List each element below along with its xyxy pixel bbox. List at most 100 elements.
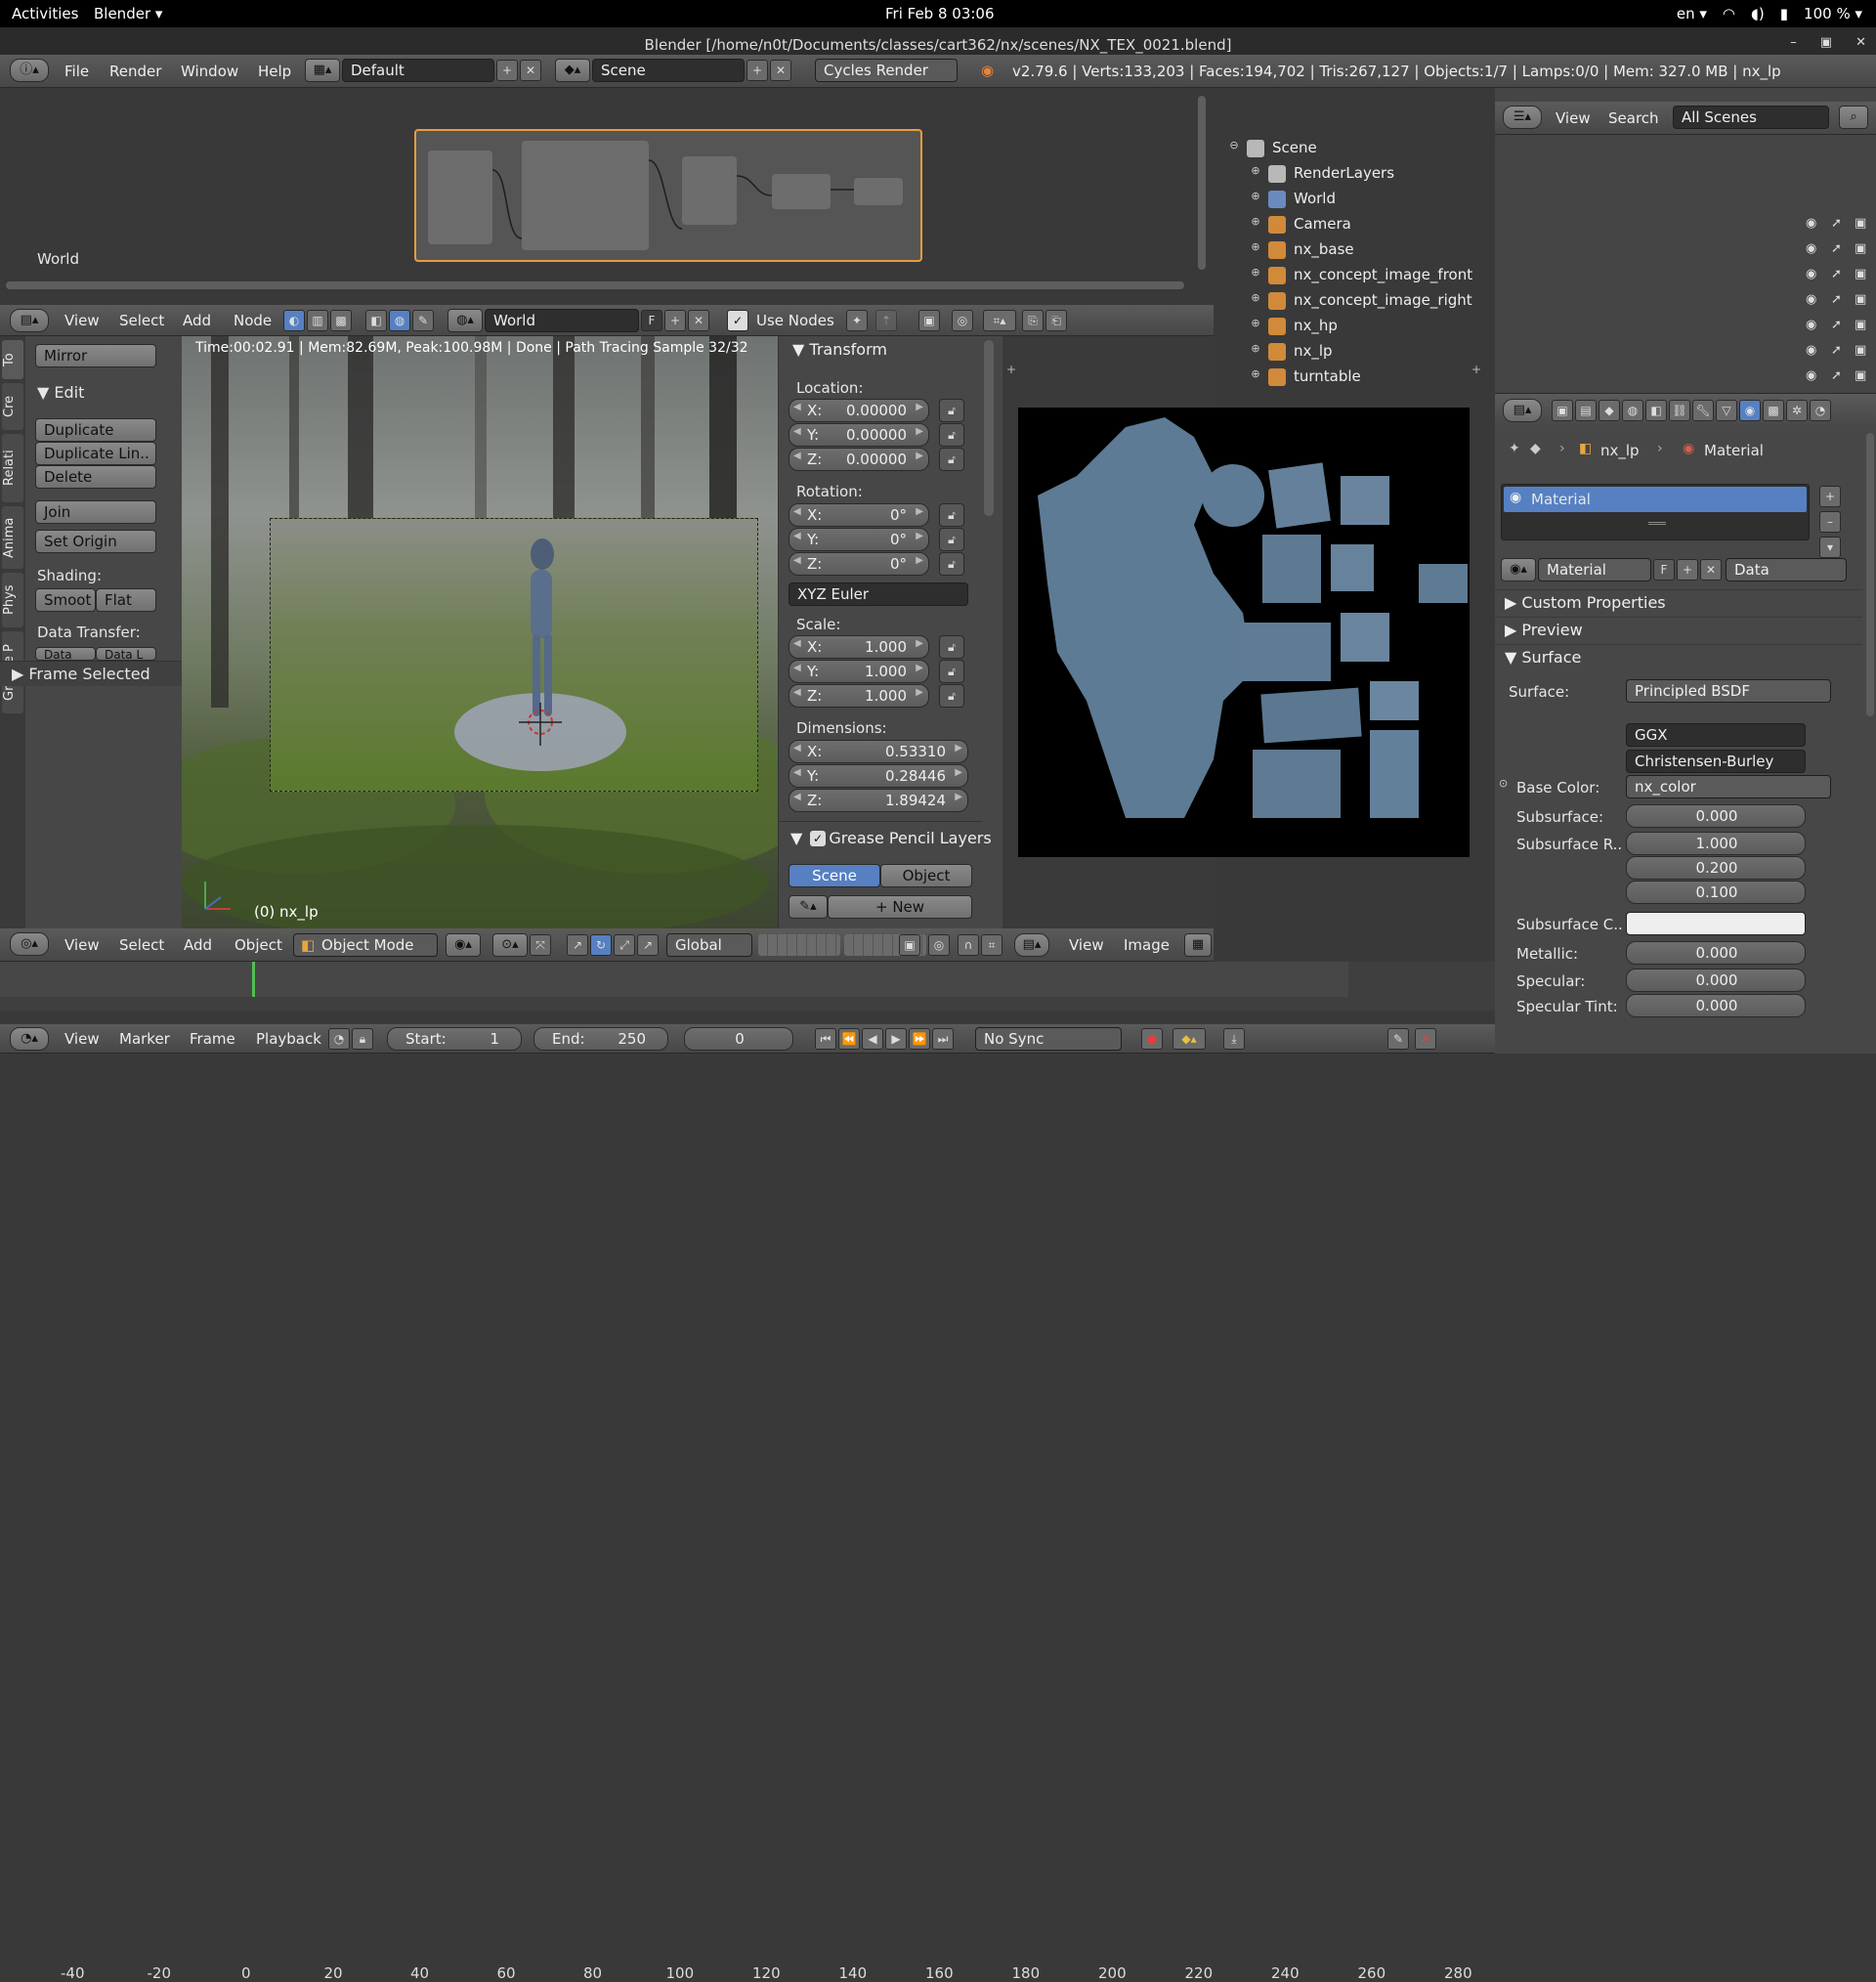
manipulator-rotate-icon[interactable]: ↻: [590, 934, 612, 956]
node-editor-area[interactable]: World: [0, 88, 1214, 301]
clock[interactable]: Fri Feb 8 03:06: [885, 5, 995, 22]
outliner-item-name[interactable]: turntable: [1294, 367, 1361, 385]
jump-keyframe-back-icon[interactable]: ⏪: [838, 1028, 860, 1050]
base-color-socket-icon[interactable]: ⊙: [1499, 777, 1508, 790]
object-shader-icon[interactable]: ◧: [365, 310, 387, 331]
uv-image-canvas[interactable]: [1018, 408, 1470, 857]
duplicate-button[interactable]: Duplicate: [35, 418, 156, 442]
lock-time-range-icon[interactable]: 🔒︎: [352, 1028, 373, 1050]
expand-icon[interactable]: ⊕: [1249, 266, 1262, 279]
play-icon[interactable]: ▶: [885, 1028, 907, 1050]
outliner-row[interactable]: ⊕ nx_hp: [1223, 317, 1499, 337]
menu-help[interactable]: Help: [258, 63, 291, 80]
node-vertical-scrollbar[interactable]: [1198, 96, 1206, 270]
node-menu-add[interactable]: Add: [183, 312, 211, 329]
distribution-dropdown[interactable]: GGX: [1626, 723, 1806, 747]
gp-scene-button[interactable]: Scene: [789, 864, 880, 887]
viewport-menu-view[interactable]: View: [64, 936, 100, 954]
outliner-display-mode-dropdown[interactable]: All Scenes: [1673, 106, 1829, 129]
pin-icon[interactable]: ✦: [846, 310, 868, 331]
world-datablock-field[interactable]: World: [485, 309, 639, 332]
manipulator-scale-icon[interactable]: ⤢: [614, 934, 635, 956]
join-button[interactable]: Join: [35, 500, 156, 524]
edit-panel-toggle[interactable]: ▼ Edit: [37, 383, 84, 402]
material-slot-specials-icon[interactable]: ▾: [1819, 537, 1841, 558]
image-menu-image[interactable]: Image: [1124, 936, 1170, 954]
jump-keyframe-forward-icon[interactable]: ⏩: [909, 1028, 930, 1050]
outliner-item-name[interactable]: Scene: [1272, 139, 1317, 156]
scale-z-field[interactable]: ◀ Z: 1.000 ▶: [789, 684, 929, 708]
activities-button[interactable]: Activities: [12, 5, 78, 22]
outliner-row[interactable]: ⊕ nx_concept_image_front: [1223, 266, 1499, 286]
specular-field[interactable]: 0.000: [1626, 969, 1806, 992]
expand-icon[interactable]: ⊕: [1249, 317, 1262, 329]
lock-scale-z-icon[interactable]: 🔓︎: [939, 684, 964, 708]
jump-start-icon[interactable]: ⏮: [815, 1028, 836, 1050]
add-screen-icon[interactable]: +: [496, 60, 518, 81]
expand-icon[interactable]: ⊕: [1249, 215, 1262, 228]
editor-type-timeline-icon[interactable]: ◔▴: [10, 1027, 49, 1051]
selectable-cursor-icon[interactable]: ➚: [1831, 267, 1842, 281]
outliner-item-name[interactable]: Camera: [1294, 215, 1351, 233]
modifiers-tab-icon[interactable]: 🔧︎: [1692, 400, 1714, 421]
visibility-eye-icon[interactable]: ◉: [1806, 343, 1816, 358]
node-menu-view[interactable]: View: [64, 312, 100, 329]
scale-y-field[interactable]: ◀ Y: 1.000 ▶: [789, 660, 929, 683]
mirror-button[interactable]: Mirror: [35, 344, 156, 367]
custom-properties-panel[interactable]: ▶ Custom Properties: [1495, 589, 1862, 615]
material-browse-icon[interactable]: ◉▴: [1501, 558, 1536, 582]
tab-create[interactable]: Cre: [2, 383, 23, 430]
transform-panel-toggle[interactable]: ▼ Transform: [792, 340, 887, 364]
tab-physics[interactable]: Phys: [2, 573, 23, 627]
visibility-eye-icon[interactable]: ◉: [1806, 241, 1816, 256]
smooth-button[interactable]: Smoot: [35, 588, 96, 612]
editor-type-3d-icon[interactable]: ◎▴: [10, 932, 49, 956]
renderable-camera-icon[interactable]: ▣: [1855, 368, 1866, 383]
frame-selected-panel[interactable]: ▶ Frame Selected: [0, 661, 182, 686]
layers-grid-1[interactable]: [758, 934, 840, 956]
data-transfer-button[interactable]: Data: [35, 647, 96, 661]
slot-list-resize-handle[interactable]: [1648, 522, 1666, 525]
lock-location-x-icon[interactable]: 🔓︎: [939, 399, 964, 422]
node-menu-select[interactable]: Select: [119, 312, 164, 329]
visibility-eye-icon[interactable]: ◉: [1806, 318, 1816, 332]
location-x-field[interactable]: ◀ X: 0.00000 ▶: [789, 399, 929, 422]
expand-icon[interactable]: ⊖: [1227, 139, 1241, 151]
expand-icon[interactable]: ⊕: [1249, 164, 1262, 177]
visibility-eye-icon[interactable]: ◉: [1806, 267, 1816, 281]
world-tab-icon[interactable]: ◍: [1622, 400, 1643, 421]
remove-material-slot-icon[interactable]: –: [1819, 511, 1841, 533]
renderable-camera-icon[interactable]: ▣: [1855, 292, 1866, 307]
outliner-item-name[interactable]: nx_lp: [1294, 342, 1333, 360]
visibility-eye-icon[interactable]: ◉: [1806, 368, 1816, 383]
add-scene-icon[interactable]: +: [746, 60, 768, 81]
expand-icon[interactable]: ⊕: [1249, 367, 1262, 380]
world-add-icon[interactable]: +: [664, 310, 686, 331]
material-link-dropdown[interactable]: Data: [1726, 558, 1847, 582]
backdrop-icon[interactable]: ▣: [918, 310, 940, 331]
lock-camera-icon[interactable]: ▣: [899, 934, 920, 956]
subsurface-method-dropdown[interactable]: Christensen-Burley: [1626, 750, 1806, 773]
gp-pencil-icon[interactable]: ✎▴: [789, 895, 828, 919]
editor-type-outliner-icon[interactable]: ☰▴: [1503, 106, 1542, 129]
gp-object-button[interactable]: Object: [880, 864, 972, 887]
dimensions-x-field[interactable]: ◀ X: 0.53310 ▶: [789, 740, 968, 763]
particles-tab-icon[interactable]: ✲: [1786, 400, 1808, 421]
dimensions-y-field[interactable]: ◀ Y: 0.28446 ▶: [789, 764, 968, 788]
subsurface-field[interactable]: 0.000: [1626, 804, 1806, 828]
material-tab-icon[interactable]: ◉: [1739, 400, 1761, 421]
menu-render[interactable]: Render: [109, 63, 161, 80]
outliner-row[interactable]: ⊕ World: [1223, 190, 1499, 210]
render-layers-tab-icon[interactable]: ▤: [1575, 400, 1597, 421]
image-browse-icon[interactable]: ▦: [1184, 933, 1212, 957]
selectable-cursor-icon[interactable]: ➚: [1831, 343, 1842, 358]
insert-keyframe-icon[interactable]: ✎: [1387, 1028, 1409, 1050]
snap-element-icon[interactable]: ∩: [958, 934, 979, 956]
outliner-item-name[interactable]: nx_concept_image_front: [1294, 266, 1472, 283]
selectable-cursor-icon[interactable]: ➚: [1831, 292, 1842, 307]
viewport-menu-add[interactable]: Add: [184, 936, 212, 954]
timeline-menu-view[interactable]: View: [64, 1030, 100, 1048]
world-datablock-icon[interactable]: ◍▴: [448, 309, 483, 332]
timeline-area[interactable]: -40 -20 0 20 40 60 80 100 120 140 160 180 200 220 240 2…: [0, 962, 1495, 1982]
rotation-y-field[interactable]: ◀ Y: 0° ▶: [789, 528, 929, 551]
